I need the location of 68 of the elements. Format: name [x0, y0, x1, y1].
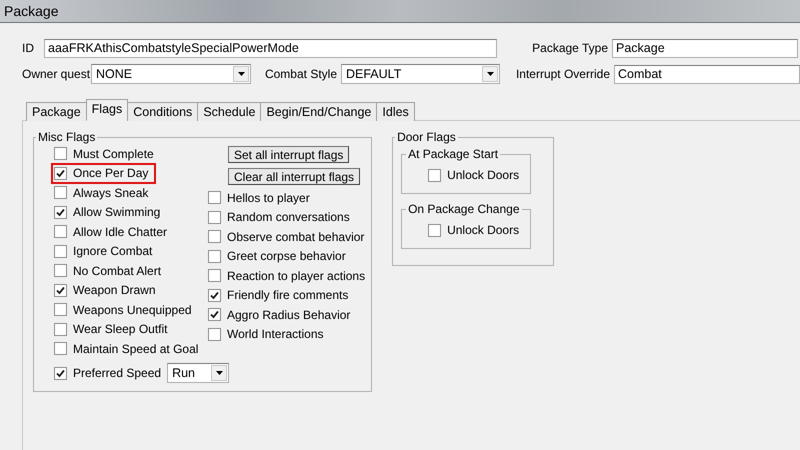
tab[interactable]: Package — [26, 102, 87, 121]
checkbox-label: No Combat Alert — [73, 264, 162, 278]
speed-dropdown[interactable]: Run — [167, 363, 230, 384]
checkbox-label: Allow Idle Chatter — [73, 224, 168, 239]
checkbox-label: Must Complete — [73, 146, 154, 161]
checkbox[interactable] — [208, 269, 221, 282]
checkbox-label: Ignore Combat — [73, 244, 152, 258]
checkbox[interactable] — [428, 168, 442, 182]
field-label: Combat Style — [264, 67, 338, 81]
checkbox-label: Weapon Drawn — [73, 283, 156, 298]
checkbox-label: Unlock Doors — [447, 223, 520, 237]
checkbox[interactable] — [208, 210, 221, 224]
checkbox[interactable] — [54, 166, 67, 180]
checkbox-label: Observe combat behavior — [227, 230, 364, 244]
group-title: Misc Flags — [37, 130, 96, 144]
checkbox[interactable] — [54, 147, 67, 160]
checkbox-label: Unlock Doors — [447, 168, 520, 182]
checkbox-label: Wear Sleep Outfit — [73, 322, 168, 336]
interrupt-override-field[interactable]: Combat — [614, 64, 800, 84]
tab[interactable]: Flags — [86, 99, 128, 121]
checkbox[interactable] — [54, 186, 67, 200]
checkbox-label: World Interactions — [227, 327, 324, 342]
tab[interactable]: Idles — [376, 102, 415, 121]
field-label: Owner quest — [22, 67, 91, 81]
checkbox-label: Aggro Radius Behavior — [227, 308, 350, 322]
checkbox-label: Greet corpse behavior — [227, 249, 346, 264]
window-title: Package — [4, 3, 58, 19]
checkbox-label: Random conversations — [227, 210, 350, 224]
checkbox-label: Once Per Day — [73, 166, 148, 180]
checkbox-label: Hellos to player — [227, 190, 310, 205]
checkbox-label: Always Sneak — [73, 186, 148, 200]
checkbox[interactable] — [54, 284, 67, 297]
tab[interactable]: Begin/End/Change — [260, 102, 378, 121]
group-title: At Package Start — [407, 147, 500, 161]
tab[interactable]: Schedule — [197, 102, 262, 121]
checkbox[interactable] — [208, 250, 221, 263]
checkbox-label: Reaction to player actions — [227, 268, 366, 283]
checkbox-label: Maintain Speed at Goal — [73, 342, 198, 356]
checkbox[interactable] — [54, 244, 67, 258]
id-field[interactable]: aaaFRKAthisCombatstyleSpecialPowerMode — [44, 38, 497, 58]
combat-style-dropdown[interactable]: DEFAULT — [341, 64, 500, 84]
checkbox-label: Allow Swimming — [73, 205, 160, 220]
checkbox[interactable] — [208, 230, 221, 244]
group-title: Door Flags — [396, 130, 457, 144]
checkbox[interactable] — [54, 303, 67, 316]
checkbox-label: Friendly fire comments — [227, 288, 348, 302]
checkbox-label: Preferred Speed — [73, 366, 162, 380]
checkbox[interactable] — [208, 191, 221, 204]
tab[interactable]: Conditions — [127, 102, 198, 121]
checkbox[interactable] — [54, 342, 67, 356]
field-label: ID — [22, 41, 35, 55]
group-title: On Package Change — [407, 202, 520, 216]
checkbox[interactable] — [54, 206, 67, 219]
checkbox-label: Weapons Unequipped — [73, 302, 192, 317]
interrupt-flags-button[interactable]: Set all interrupt flags — [228, 146, 350, 163]
package-type-field[interactable]: Package — [612, 38, 798, 58]
checkbox[interactable] — [54, 322, 67, 336]
checkbox[interactable] — [208, 308, 221, 322]
checkbox[interactable] — [208, 328, 221, 341]
owner-quest-dropdown[interactable]: NONE — [91, 64, 251, 84]
checkbox[interactable] — [54, 264, 67, 278]
checkbox[interactable] — [54, 366, 67, 380]
interrupt-flags-button[interactable]: Clear all interrupt flags — [228, 168, 360, 185]
field-label: Interrupt Override — [514, 67, 611, 81]
checkbox[interactable] — [54, 225, 67, 238]
field-label: Package Type — [531, 41, 609, 55]
checkbox[interactable] — [428, 224, 442, 236]
checkbox[interactable] — [208, 288, 221, 302]
